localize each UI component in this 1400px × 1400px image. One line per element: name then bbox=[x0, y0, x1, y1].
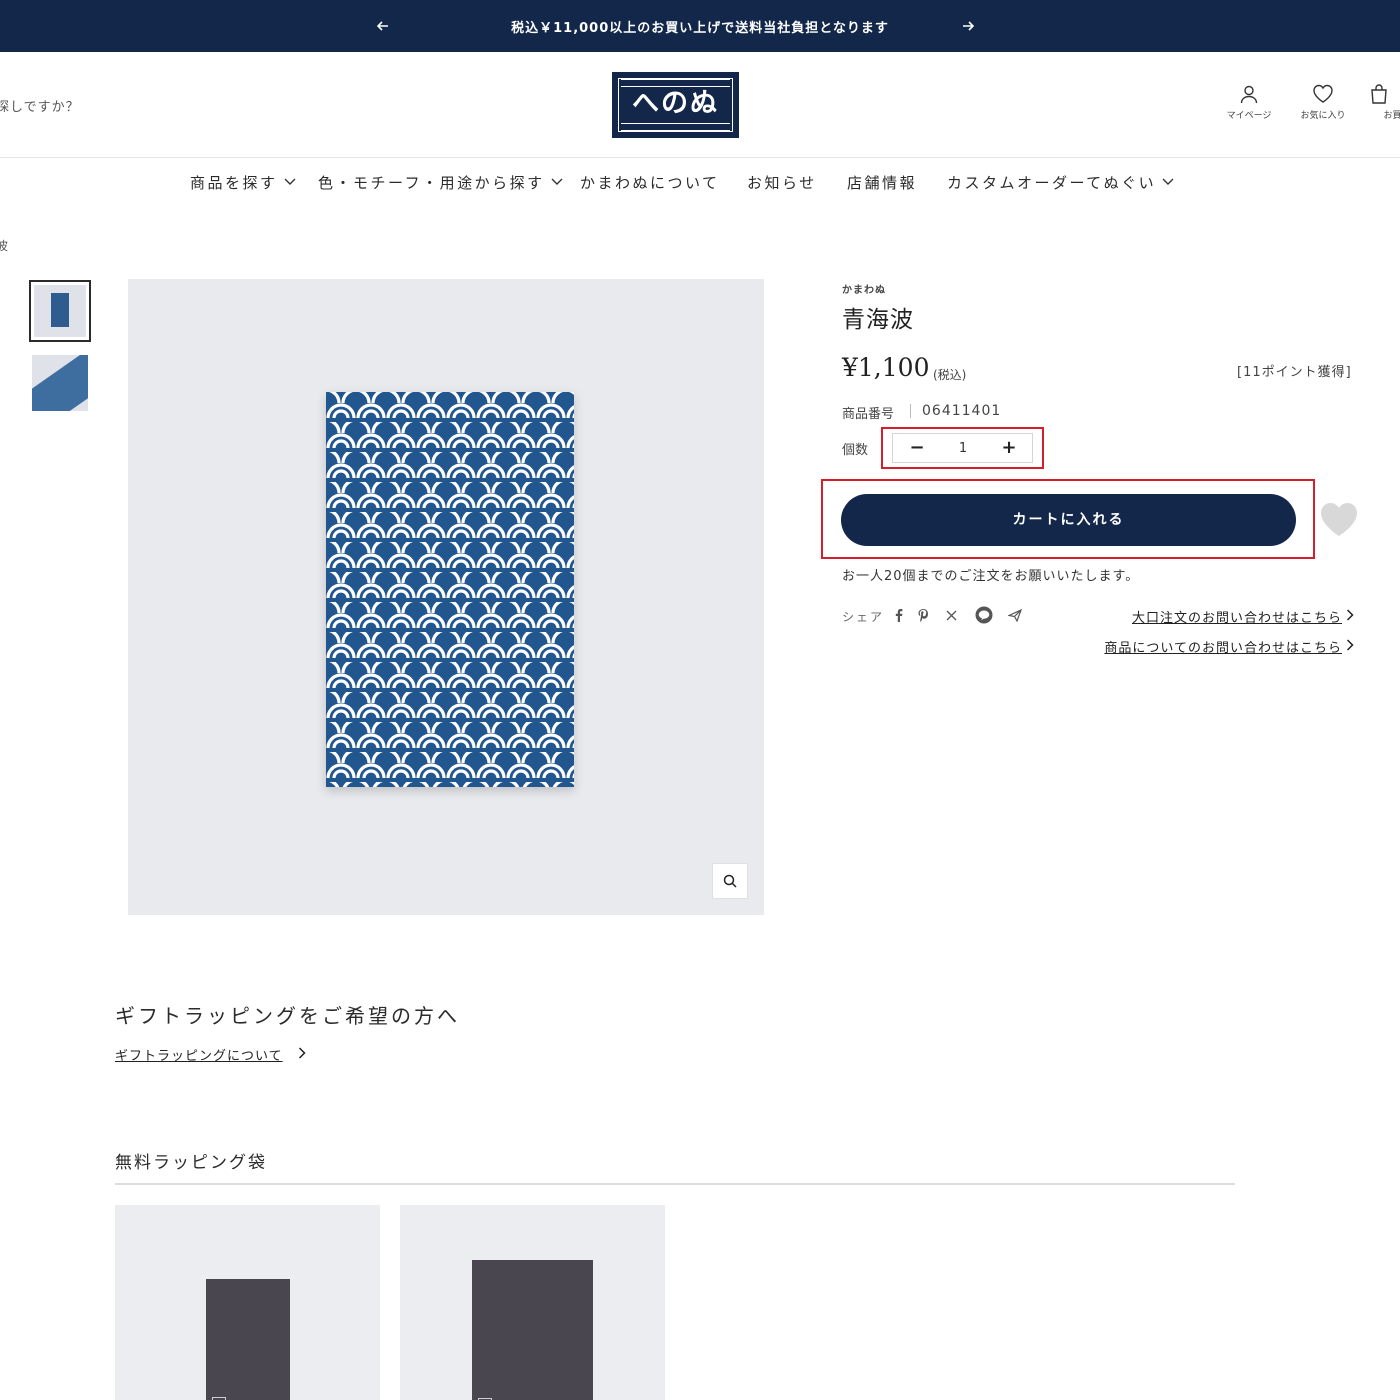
facebook-icon[interactable] bbox=[890, 606, 908, 624]
chevron-down-icon bbox=[551, 178, 563, 185]
favorites-label: お気に入り bbox=[1300, 111, 1346, 121]
wrapping-bag-card[interactable] bbox=[400, 1205, 665, 1400]
gift-wrapping-link[interactable]: ギフトラッピングについて bbox=[115, 1045, 283, 1064]
announcement-bar: 税込￥11,000以上のお買い上げで送料当社負担となります bbox=[0, 0, 1400, 52]
wrapping-bag-image bbox=[472, 1260, 593, 1400]
pinterest-icon[interactable] bbox=[914, 606, 932, 624]
quantity-increase-button[interactable]: + bbox=[991, 434, 1027, 462]
chevron-down-icon bbox=[1162, 178, 1174, 185]
nav-item-news[interactable]: お知らせ bbox=[747, 172, 817, 193]
points-earned: [11ポイント獲得] bbox=[1237, 365, 1352, 380]
heart-icon bbox=[1313, 84, 1333, 103]
zoom-button[interactable] bbox=[712, 863, 748, 899]
breadcrumb[interactable]: 波 bbox=[0, 237, 8, 254]
sku-label: 商品番号 bbox=[842, 407, 895, 422]
gift-section-title: ギフトラッピングをご希望の方へ bbox=[115, 1004, 460, 1028]
quantity-decrease-button[interactable]: − bbox=[899, 434, 935, 462]
product-title: 青海波 bbox=[842, 307, 914, 333]
cart-button[interactable]: お買い bbox=[1367, 84, 1400, 121]
site-logo[interactable]: へのぬ bbox=[612, 72, 739, 138]
product-inquiry-link[interactable]: 商品についてのお問い合わせはこちら bbox=[1104, 637, 1342, 656]
nav-item-search-by-color[interactable]: 色・モチーフ・用途から探す bbox=[318, 172, 563, 193]
add-to-cart-button[interactable]: カートに入れる bbox=[841, 494, 1296, 546]
sku-divider bbox=[910, 404, 911, 418]
bag-icon bbox=[1371, 84, 1387, 104]
sku-value: 06411401 bbox=[922, 403, 1002, 419]
chevron-right-icon bbox=[1346, 609, 1354, 621]
logo-stripes-bottom bbox=[621, 123, 730, 131]
logo-stripes-top bbox=[621, 79, 730, 87]
seigaiha-tenugui-image bbox=[326, 392, 574, 787]
mypage-button[interactable]: マイページ bbox=[1219, 84, 1279, 121]
quantity-stepper: − + bbox=[892, 433, 1033, 463]
nav-item-label: 店舗情報 bbox=[847, 174, 918, 192]
heart-icon bbox=[1321, 503, 1357, 536]
product-thumbnail[interactable] bbox=[29, 352, 91, 414]
nav-item-label: 色・モチーフ・用途から探す bbox=[318, 174, 545, 192]
nav-item-stores[interactable]: 店舗情報 bbox=[847, 172, 917, 193]
announcement-next-arrow-icon[interactable] bbox=[956, 14, 980, 38]
product-vendor[interactable]: かまわぬ bbox=[842, 281, 886, 296]
chevron-down-icon bbox=[284, 178, 296, 185]
search-icon bbox=[723, 874, 737, 888]
thumbnail-image bbox=[32, 355, 88, 411]
main-nav: 商品を探す 色・モチーフ・用途から探す かまわぬについて お知らせ 店舗情報 カ… bbox=[0, 159, 1400, 205]
cart-label: お買い bbox=[1383, 111, 1400, 121]
x-twitter-icon[interactable] bbox=[942, 606, 960, 624]
section-divider bbox=[115, 1183, 1235, 1185]
share-label: シェア bbox=[842, 610, 885, 624]
site-header: 探しですか？ へのぬ マイページ お気に入り お買い bbox=[0, 52, 1400, 158]
nav-item-label: カスタムオーダーてぬぐい bbox=[947, 174, 1157, 192]
nav-item-search-products[interactable]: 商品を探す bbox=[190, 172, 296, 193]
nav-item-label: 商品を探す bbox=[190, 174, 278, 192]
wrapping-bag-image bbox=[206, 1279, 290, 1400]
nav-item-custom-order[interactable]: カスタムオーダーてぬぐい bbox=[947, 172, 1174, 193]
free-wrapping-title: 無料ラッピング袋 bbox=[115, 1153, 267, 1173]
line-icon[interactable] bbox=[975, 606, 993, 624]
announcement-message: 税込￥11,000以上のお買い上げで送料当社負担となります bbox=[511, 21, 889, 36]
product-price: ¥1,100 bbox=[842, 353, 930, 382]
thumbnail-image bbox=[34, 285, 86, 337]
quantity-label: 個数 bbox=[842, 443, 869, 458]
nav-item-label: かまわぬについて bbox=[580, 174, 720, 192]
user-icon bbox=[1240, 85, 1258, 104]
logo-text: へのぬ bbox=[632, 88, 719, 119]
chevron-right-icon bbox=[1346, 639, 1354, 651]
purchase-limit-note: お一人20個までのご注文をお願いいたします。 bbox=[842, 569, 1140, 584]
add-to-wishlist-button[interactable] bbox=[1318, 500, 1360, 540]
send-email-icon[interactable] bbox=[1006, 606, 1024, 624]
favorites-button[interactable]: お気に入り bbox=[1293, 84, 1353, 121]
product-main-image[interactable] bbox=[128, 279, 764, 915]
chevron-right-icon bbox=[298, 1047, 306, 1059]
wrapping-bag-card[interactable] bbox=[115, 1205, 380, 1400]
nav-item-about[interactable]: かまわぬについて bbox=[580, 172, 720, 193]
mypage-label: マイページ bbox=[1226, 111, 1272, 121]
bulk-order-inquiry-link[interactable]: 大口注文のお問い合わせはこちら bbox=[1132, 607, 1342, 626]
quantity-input[interactable] bbox=[939, 437, 987, 459]
tax-label: (税込) bbox=[933, 368, 967, 382]
product-thumbnail[interactable] bbox=[29, 280, 91, 342]
nav-item-label: お知らせ bbox=[747, 174, 817, 192]
search-input[interactable]: 探しですか？ bbox=[0, 96, 80, 115]
